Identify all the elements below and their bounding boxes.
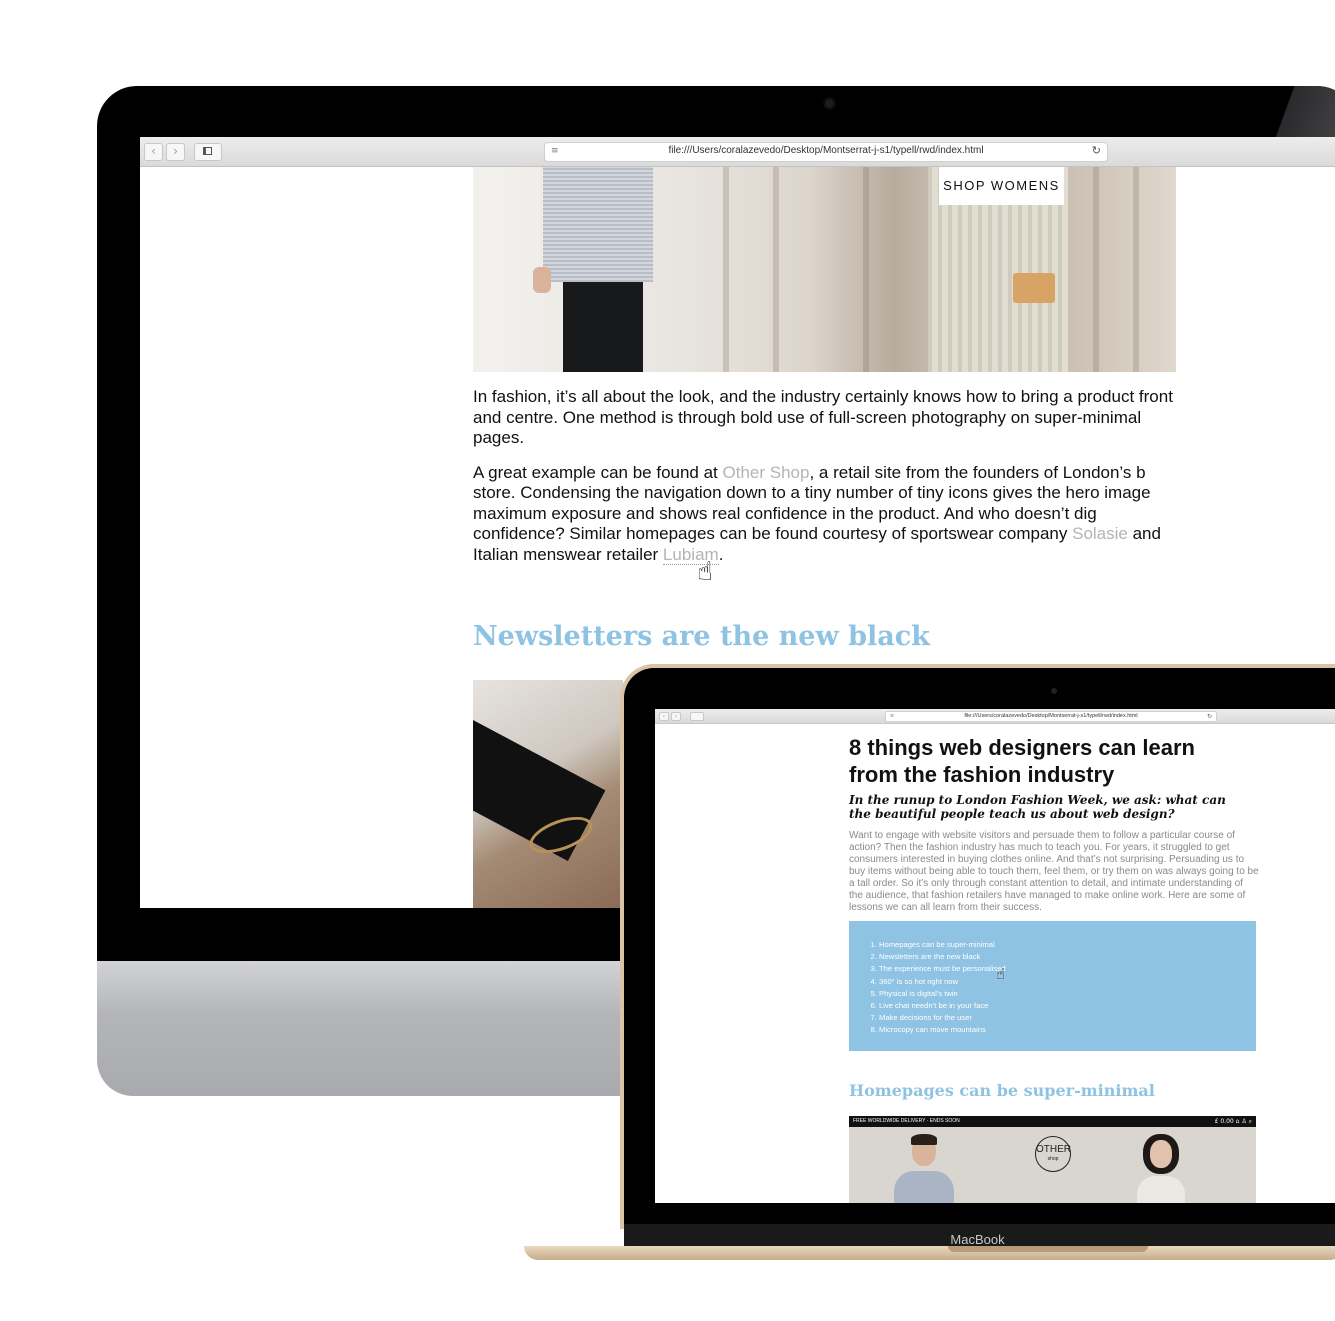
other-shop-screenshot: FREE WORLDWIDE DELIVERY · ENDS SOON £ 0.… bbox=[849, 1116, 1256, 1203]
toc-item[interactable]: Live chat needn’t be in your face bbox=[879, 1000, 1256, 1012]
model-man bbox=[894, 1134, 954, 1203]
article-paragraph: A great example can be found at Other Sh… bbox=[473, 462, 1161, 565]
link-other-shop[interactable]: Other Shop bbox=[723, 463, 810, 482]
macbook-browser-window: ‹ › ≡ file:///Users/coralazevedo/Desktop… bbox=[655, 709, 1335, 1203]
browser-toolbar: ‹ › ≡ file:///Users/coralazevedo/Desktop… bbox=[655, 709, 1335, 724]
section-heading: Homepages can be super-minimal bbox=[849, 1081, 1155, 1100]
browser-toolbar: ‹ › ≡ file:///Users/coralazevedo/Desktop… bbox=[140, 137, 1335, 167]
promo-banner: FREE WORLDWIDE DELIVERY · ENDS SOON bbox=[849, 1116, 1256, 1127]
page-subtitle: In the runup to London Fashion Week, we … bbox=[849, 793, 1226, 821]
forward-button[interactable]: › bbox=[671, 712, 681, 721]
address-bar[interactable]: ≡ file:///Users/coralazevedo/Desktop/Mon… bbox=[885, 711, 1217, 722]
sidebar-toggle-button[interactable] bbox=[690, 712, 704, 721]
toc-item[interactable]: 360° is so hot right now bbox=[879, 976, 1256, 988]
toc-item[interactable]: Microcopy can move mountains bbox=[879, 1024, 1256, 1036]
back-button[interactable]: ‹ bbox=[659, 712, 669, 721]
chevron-right-icon: › bbox=[173, 144, 178, 158]
chevron-left-icon: ‹ bbox=[662, 713, 666, 720]
table-of-contents: Homepages can be super-minimal Newslette… bbox=[849, 921, 1256, 1051]
camera-icon bbox=[825, 99, 834, 108]
toc-item[interactable]: The experience must be personalised bbox=[879, 963, 1256, 975]
model-woman bbox=[1131, 1134, 1191, 1203]
url-text: file:///Users/coralazevedo/Desktop/Monts… bbox=[668, 145, 984, 156]
chevron-left-icon: ‹ bbox=[151, 144, 156, 158]
url-text: file:///Users/coralazevedo/Desktop/Monts… bbox=[964, 713, 1138, 719]
intro-paragraph: Want to engage with website visitors and… bbox=[849, 830, 1259, 913]
hero-photo: SHOP WOMENS bbox=[473, 167, 1176, 372]
toc-item[interactable]: Physical is digital’s twin bbox=[879, 988, 1256, 1000]
hand-cursor-icon: ☝ bbox=[697, 557, 713, 587]
macbook-brand-label: MacBook bbox=[950, 1232, 1005, 1247]
address-bar[interactable]: ≡ file:///Users/coralazevedo/Desktop/Mon… bbox=[544, 142, 1108, 162]
camera-icon bbox=[1051, 688, 1057, 694]
page-title: 8 things web designers can learn from th… bbox=[849, 735, 1195, 787]
reload-icon[interactable]: ↻ bbox=[1207, 712, 1212, 721]
toc-item[interactable]: Homepages can be super-minimal bbox=[879, 939, 1256, 951]
cart-icons: £ 0.00 ⌂ ♙ ⌕ bbox=[1214, 1118, 1252, 1125]
handbag bbox=[1013, 273, 1055, 303]
macbook-base bbox=[524, 1246, 1335, 1260]
sidebar-toggle-button[interactable] bbox=[194, 143, 222, 161]
shop-womens-button[interactable]: SHOP WOMENS bbox=[939, 167, 1064, 205]
model-man bbox=[543, 167, 653, 282]
back-button[interactable]: ‹ bbox=[144, 143, 163, 161]
toc-item[interactable]: Newsletters are the new black bbox=[879, 951, 1256, 963]
toc-item[interactable]: Make decisions for the user bbox=[879, 1012, 1256, 1024]
hand-cursor-icon: ☝ bbox=[996, 965, 1006, 983]
link-solasie[interactable]: Solasie bbox=[1072, 524, 1128, 543]
macbook-device: MacBook ‹ › ≡ file:///Users/coralazevedo… bbox=[524, 664, 1335, 1264]
reload-icon[interactable]: ↻ bbox=[1092, 144, 1101, 157]
article-body: In fashion, it’s all about the look, and… bbox=[473, 387, 1178, 579]
forward-button[interactable]: › bbox=[166, 143, 185, 161]
article-paragraph: In fashion, it’s all about the look, and… bbox=[473, 387, 1173, 447]
bracelet-photo bbox=[473, 680, 623, 908]
chevron-right-icon: › bbox=[674, 713, 678, 720]
other-shop-logo: OTHER shop bbox=[1035, 1136, 1071, 1172]
section-heading: Newsletters are the new black bbox=[473, 621, 930, 652]
